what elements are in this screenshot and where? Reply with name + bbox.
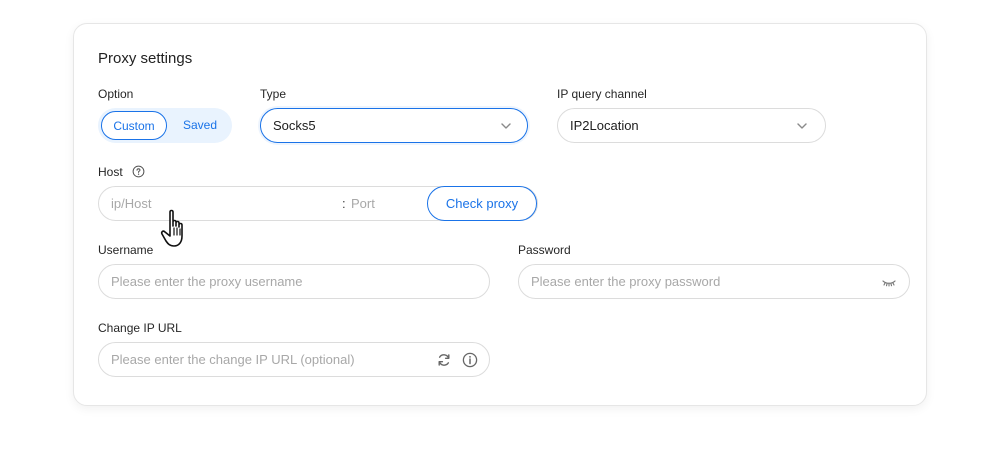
password-input: Please enter the proxy password bbox=[531, 274, 721, 289]
change-ip-input: Please enter the change IP URL (optional… bbox=[111, 352, 355, 367]
option-segmented-control: Custom Saved bbox=[98, 108, 232, 143]
info-icon[interactable] bbox=[462, 352, 478, 368]
chevron-down-icon bbox=[501, 123, 511, 129]
option-custom[interactable]: Custom bbox=[101, 111, 167, 140]
proxy-settings-card: Proxy settings Option Custom Saved Type … bbox=[73, 23, 927, 406]
type-select[interactable]: Socks5 bbox=[260, 108, 528, 143]
password-field[interactable]: Please enter the proxy password bbox=[518, 264, 910, 299]
host-input[interactable]: ip/Host bbox=[111, 187, 151, 220]
type-select-value: Socks5 bbox=[273, 118, 316, 133]
option-label: Option bbox=[98, 87, 134, 101]
username-field[interactable]: Please enter the proxy username bbox=[98, 264, 490, 299]
card-title: Proxy settings bbox=[98, 50, 193, 67]
chevron-down-icon bbox=[797, 123, 807, 129]
port-input[interactable]: Port bbox=[351, 187, 375, 220]
host-label: Host bbox=[98, 165, 123, 179]
username-label: Username bbox=[98, 243, 154, 257]
change-ip-label: Change IP URL bbox=[98, 321, 182, 335]
password-label: Password bbox=[518, 243, 571, 257]
help-icon[interactable] bbox=[132, 165, 145, 178]
refresh-icon[interactable] bbox=[436, 352, 452, 368]
option-saved[interactable]: Saved bbox=[172, 108, 228, 143]
ip-query-select[interactable]: IP2Location bbox=[557, 108, 826, 143]
eye-closed-icon[interactable] bbox=[881, 274, 897, 290]
check-proxy-button[interactable]: Check proxy bbox=[427, 186, 537, 221]
port-separator: : bbox=[342, 196, 346, 211]
ip-query-select-value: IP2Location bbox=[570, 118, 639, 133]
type-label: Type bbox=[260, 87, 287, 101]
change-ip-field[interactable]: Please enter the change IP URL (optional… bbox=[98, 342, 490, 377]
ip-query-label: IP query channel bbox=[557, 87, 647, 101]
hand-cursor-icon bbox=[160, 209, 183, 247]
username-input: Please enter the proxy username bbox=[111, 274, 303, 289]
